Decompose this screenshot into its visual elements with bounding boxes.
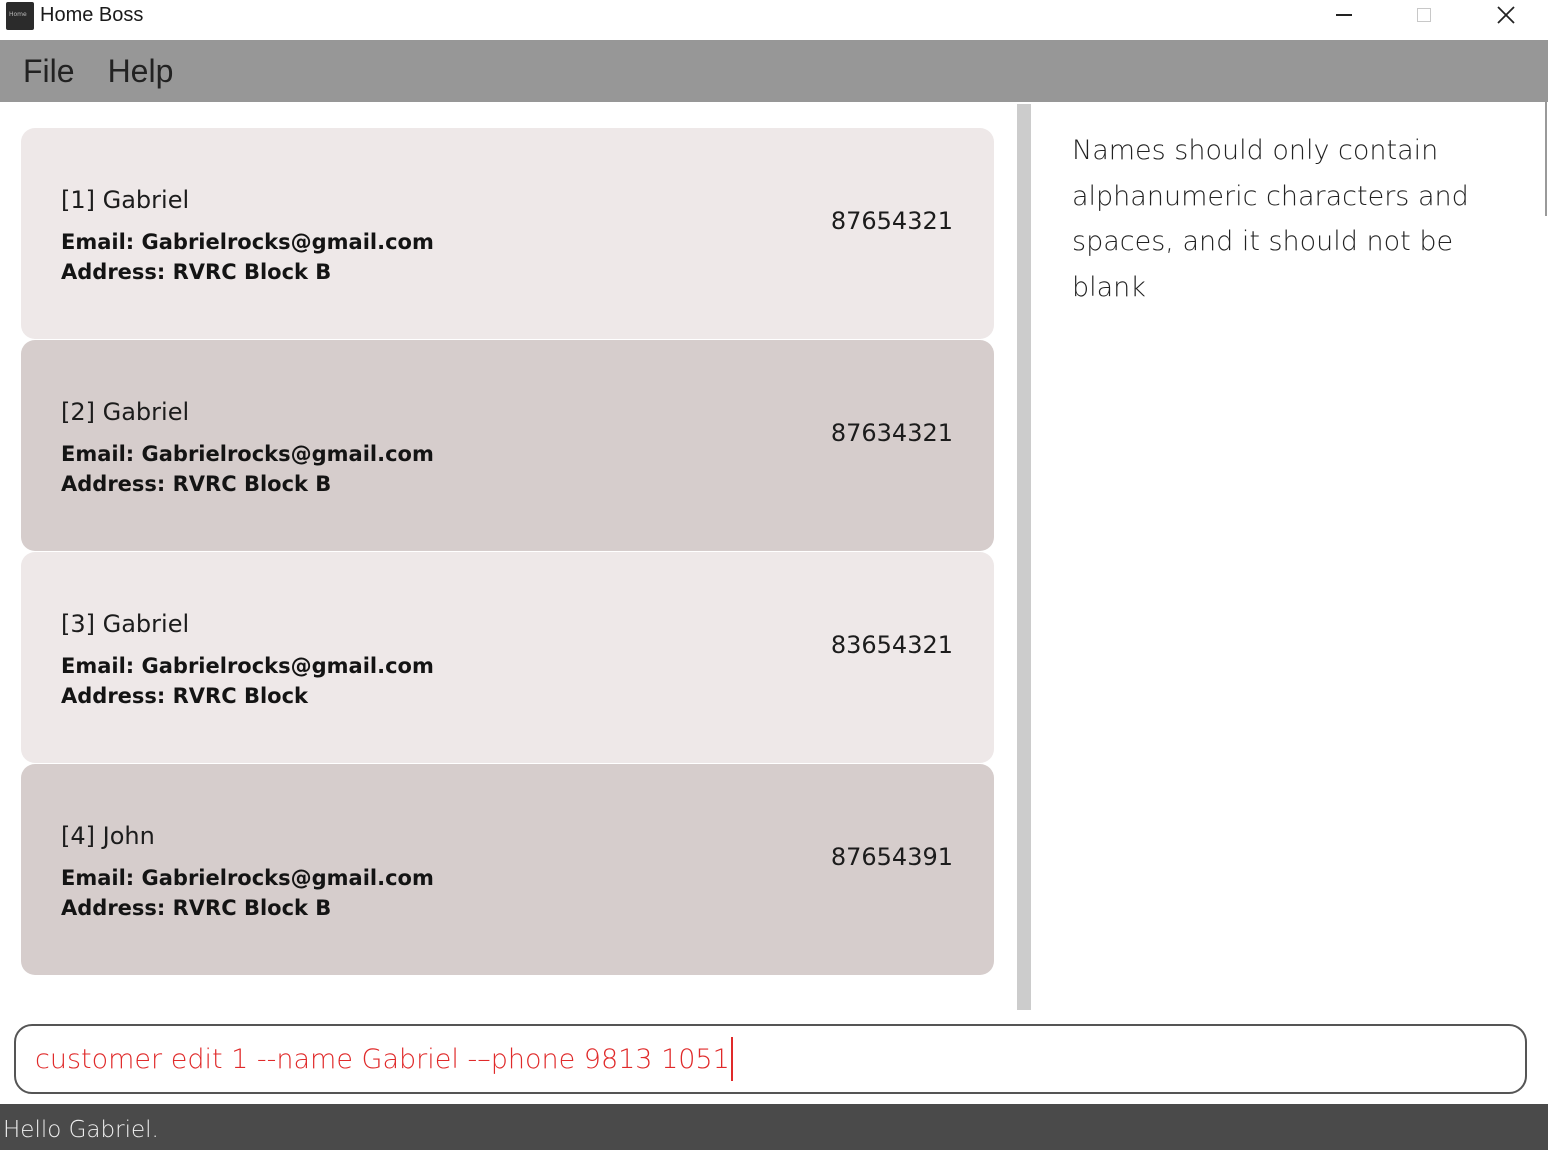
result-display: Names should only contain alphanumeric c…: [1052, 116, 1522, 996]
result-message: Names should only contain alphanumeric c…: [1072, 135, 1469, 303]
minimize-icon: [1336, 14, 1352, 16]
menu-file[interactable]: File: [23, 53, 75, 90]
customer-name: [3] Gabriel: [61, 610, 190, 638]
command-input[interactable]: customer edit 1 --name Gabriel -–phone 9…: [14, 1024, 1527, 1094]
status-message: Hello Gabriel.: [3, 1117, 159, 1143]
app-logo-icon: Home: [6, 2, 34, 30]
customer-list[interactable]: [1] Gabriel Email: Gabrielrocks@gmail.co…: [0, 104, 1016, 1010]
window-title: Home Boss: [40, 4, 144, 26]
customer-address: Address: RVRC Block B: [61, 260, 332, 284]
customer-name: [1] Gabriel: [61, 186, 190, 214]
customer-address: Address: RVRC Block B: [61, 896, 332, 920]
result-scrollbar[interactable]: [1545, 102, 1547, 216]
app-window: Home Home Boss File Help [1] Gabriel Ema…: [0, 0, 1548, 1150]
status-bar: Hello Gabriel.: [0, 1104, 1548, 1150]
customer-phone: 87654391: [830, 843, 953, 871]
customer-address: Address: RVRC Block: [61, 684, 308, 708]
command-text: customer edit 1 --name Gabriel -–phone 9…: [35, 1043, 730, 1075]
customer-card[interactable]: [4] John Email: Gabrielrocks@gmail.com A…: [21, 764, 994, 975]
customer-email: Email: Gabrielrocks@gmail.com: [61, 230, 434, 254]
close-button[interactable]: [1466, 0, 1546, 30]
customer-phone: 87634321: [830, 419, 953, 447]
menu-help[interactable]: Help: [108, 53, 174, 90]
customer-address: Address: RVRC Block B: [61, 472, 332, 496]
customer-email: Email: Gabrielrocks@gmail.com: [61, 866, 434, 890]
minimize-button[interactable]: [1304, 0, 1384, 30]
app-logo-text: Home: [9, 11, 27, 18]
title-bar: Home Home Boss: [0, 0, 1548, 40]
maximize-icon: [1417, 8, 1431, 22]
customer-card[interactable]: [1] Gabriel Email: Gabrielrocks@gmail.co…: [21, 128, 994, 339]
close-icon: [1497, 6, 1515, 24]
panel-divider[interactable]: [1017, 104, 1031, 1010]
customer-name: [2] Gabriel: [61, 398, 190, 426]
customer-card[interactable]: [2] Gabriel Email: Gabrielrocks@gmail.co…: [21, 340, 994, 551]
customer-card[interactable]: [3] Gabriel Email: Gabrielrocks@gmail.co…: [21, 552, 994, 763]
customer-email: Email: Gabrielrocks@gmail.com: [61, 654, 434, 678]
text-caret: [730, 1037, 733, 1081]
customer-name: [4] John: [61, 822, 155, 850]
maximize-button[interactable]: [1384, 0, 1464, 30]
customer-phone: 87654321: [830, 207, 953, 235]
menu-bar: File Help: [0, 40, 1548, 102]
customer-phone: 83654321: [830, 631, 953, 659]
customer-email: Email: Gabrielrocks@gmail.com: [61, 442, 434, 466]
